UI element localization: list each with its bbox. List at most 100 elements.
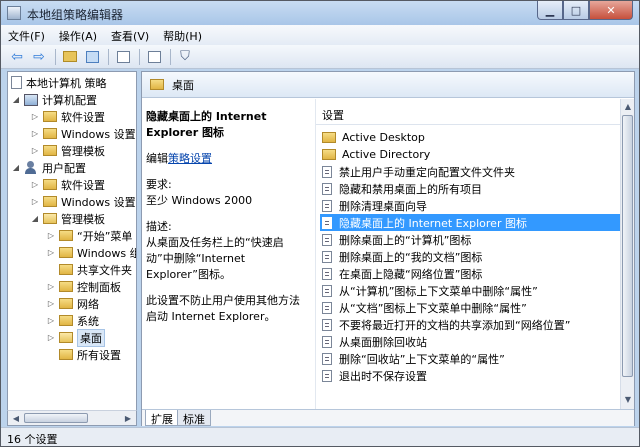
- tree-item-computer-config[interactable]: ◢ 计算机配置: [11, 91, 97, 108]
- minimize-icon: ▁: [545, 3, 555, 17]
- policy-title: 隐藏桌面上的 Internet Explorer 图标: [146, 110, 267, 139]
- list-vertical-scrollbar[interactable]: ▲ ▼: [620, 99, 634, 409]
- folder-icon: [59, 247, 73, 258]
- tree-item-all-settings[interactable]: 所有设置: [59, 346, 121, 363]
- up-folder-button[interactable]: [60, 48, 80, 66]
- list-item-setting[interactable]: 不要将最近打开的文档的共享添加到“网络位置”: [320, 316, 620, 333]
- back-button[interactable]: ⇦: [7, 48, 27, 66]
- menu-action[interactable]: 操作(A): [52, 25, 104, 45]
- tree-item-user-config[interactable]: ◢ 用户配置: [11, 159, 86, 176]
- list-item-setting[interactable]: 删除桌面上的“我的文档”图标: [320, 248, 620, 265]
- scroll-left-icon[interactable]: ◀: [9, 412, 23, 424]
- minimize-button[interactable]: ▁: [537, 1, 563, 20]
- up-folder-icon: [63, 51, 77, 62]
- maximize-button[interactable]: □: [563, 1, 589, 20]
- caption-buttons: ▁ □ ✕: [537, 1, 633, 20]
- tree-horizontal-scrollbar[interactable]: ◀ ▶: [7, 410, 137, 426]
- list-item-setting[interactable]: 隐藏和禁用桌面上的所有项目: [320, 180, 620, 197]
- list-item-setting[interactable]: 删除“回收站”上下文菜单的“属性”: [320, 350, 620, 367]
- scroll-right-icon[interactable]: ▶: [121, 412, 135, 424]
- list-item-label: 删除桌面上的“我的文档”图标: [339, 250, 483, 264]
- list-item-setting-selected[interactable]: 隐藏桌面上的 Internet Explorer 图标: [320, 214, 620, 231]
- toolbar-separator: [108, 48, 109, 65]
- list-item-folder[interactable]: Active Directory: [320, 146, 620, 163]
- tab-extended[interactable]: 扩展: [145, 410, 179, 426]
- list-item-setting[interactable]: 删除桌面上的“计算机”图标: [320, 231, 620, 248]
- tree-item-label: 系统: [77, 314, 99, 328]
- folder-icon: [43, 196, 57, 207]
- tree-item-uc-admin[interactable]: ◢ 管理模板: [30, 210, 105, 227]
- list-item-folder[interactable]: Active Desktop: [320, 129, 620, 146]
- list-item-label: 删除“回收站”上下文菜单的“属性”: [339, 352, 505, 366]
- collapse-icon[interactable]: ◢: [11, 163, 21, 173]
- description-note: 此设置不防止用户使用其他方法启动 Internet Explorer。: [146, 294, 300, 323]
- scroll-thumb[interactable]: [622, 115, 633, 377]
- expand-icon[interactable]: ▷: [46, 248, 56, 258]
- list-item-setting[interactable]: 删除清理桌面向导: [320, 197, 620, 214]
- expand-icon[interactable]: ▷: [30, 146, 40, 156]
- list-item-setting[interactable]: 从桌面删除回收站: [320, 333, 620, 350]
- tree-item-windows-components[interactable]: ▷ Windows 组件: [46, 244, 136, 261]
- title-bar[interactable]: 本地组策略编辑器 ▁ □ ✕: [1, 1, 639, 25]
- tree-item-control-panel[interactable]: ▷ 控制面板: [46, 278, 121, 295]
- expand-icon[interactable]: ▷: [30, 129, 40, 139]
- expand-icon[interactable]: ▷: [30, 180, 40, 190]
- list-item-setting[interactable]: 从“文档”图标上下文菜单中删除“属性”: [320, 299, 620, 316]
- expand-icon[interactable]: ▷: [46, 333, 56, 343]
- properties-button[interactable]: [144, 48, 164, 66]
- expand-icon[interactable]: ▷: [46, 299, 56, 309]
- collapse-icon[interactable]: ◢: [11, 95, 21, 105]
- collapse-icon[interactable]: ◢: [30, 214, 40, 224]
- list-item-label: 在桌面上隐藏“网络位置”图标: [339, 267, 483, 281]
- folder-icon: [59, 349, 73, 360]
- tree-item-root[interactable]: 本地计算机 策略: [11, 74, 107, 91]
- expand-icon[interactable]: ▷: [46, 282, 56, 292]
- tree-item-label: 本地计算机 策略: [26, 76, 107, 90]
- expand-icon[interactable]: ▷: [46, 231, 56, 241]
- list-item-setting[interactable]: 退出时不保存设置: [320, 367, 620, 384]
- tree-item-uc-windows[interactable]: ▷ Windows 设置: [30, 193, 136, 210]
- expand-icon[interactable]: ▷: [46, 316, 56, 326]
- tree-item-desktop[interactable]: ▷ 桌面: [46, 328, 105, 347]
- list-item-label: 隐藏桌面上的 Internet Explorer 图标: [339, 216, 527, 230]
- scroll-thumb[interactable]: [24, 413, 88, 423]
- column-header-setting[interactable]: 设置: [316, 107, 621, 125]
- edit-policy-link[interactable]: 策略设置: [168, 152, 212, 165]
- tree-item-cc-windows[interactable]: ▷ Windows 设置: [30, 125, 136, 142]
- tree-item-label: 网络: [77, 297, 99, 311]
- tree-item-cc-software[interactable]: ▷ 软件设置: [30, 108, 105, 125]
- list-item-label: 禁止用户手动重定向配置文件文件夹: [339, 165, 515, 179]
- expand-icon[interactable]: ▷: [30, 112, 40, 122]
- menu-view[interactable]: 查看(V): [104, 25, 156, 45]
- status-bar: 16 个设置: [1, 427, 639, 446]
- tree-item-start-menu[interactable]: ▷ “开始”菜单: [46, 227, 132, 244]
- list-item-setting[interactable]: 禁止用户手动重定向配置文件文件夹: [320, 163, 620, 180]
- tree-item-system[interactable]: ▷ 系统: [46, 312, 99, 329]
- policy-setting-icon: [322, 318, 332, 331]
- scroll-down-icon[interactable]: ▼: [621, 393, 635, 405]
- description: 描述: 从桌面及任务栏上的“快速启动”中删除“Internet Explorer…: [146, 219, 308, 283]
- menu-file[interactable]: 文件(F): [1, 25, 52, 45]
- expand-icon[interactable]: ▷: [30, 197, 40, 207]
- list-item-setting[interactable]: 从“计算机”图标上下文菜单中删除“属性”: [320, 282, 620, 299]
- tree-item-uc-software[interactable]: ▷ 软件设置: [30, 176, 105, 193]
- close-button[interactable]: ✕: [589, 1, 633, 20]
- tree-item-cc-admin[interactable]: ▷ 管理模板: [30, 142, 105, 159]
- export-list-button[interactable]: [113, 48, 133, 66]
- forward-arrow-icon: ⇨: [33, 48, 45, 65]
- toolbar-separator: [55, 48, 56, 65]
- list-item-label: 从“文档”图标上下文菜单中删除“属性”: [339, 301, 527, 315]
- filter-button[interactable]: ⛉: [175, 48, 195, 66]
- tree-item-label: 共享文件夹: [77, 263, 132, 277]
- show-hide-tree-button[interactable]: [82, 48, 102, 66]
- list-item-setting[interactable]: 在桌面上隐藏“网络位置”图标: [320, 265, 620, 282]
- menu-help[interactable]: 帮助(H): [156, 25, 209, 45]
- forward-button[interactable]: ⇨: [29, 48, 49, 66]
- tab-standard[interactable]: 标准: [177, 410, 211, 426]
- tree-item-network[interactable]: ▷ 网络: [46, 295, 99, 312]
- menu-bar: 文件(F) 操作(A) 查看(V) 帮助(H): [1, 25, 639, 45]
- folder-icon: [43, 128, 57, 139]
- tree-item-shared-folders[interactable]: 共享文件夹: [59, 261, 132, 278]
- scroll-up-icon[interactable]: ▲: [621, 100, 635, 112]
- tree-item-label: Windows 组件: [77, 246, 136, 260]
